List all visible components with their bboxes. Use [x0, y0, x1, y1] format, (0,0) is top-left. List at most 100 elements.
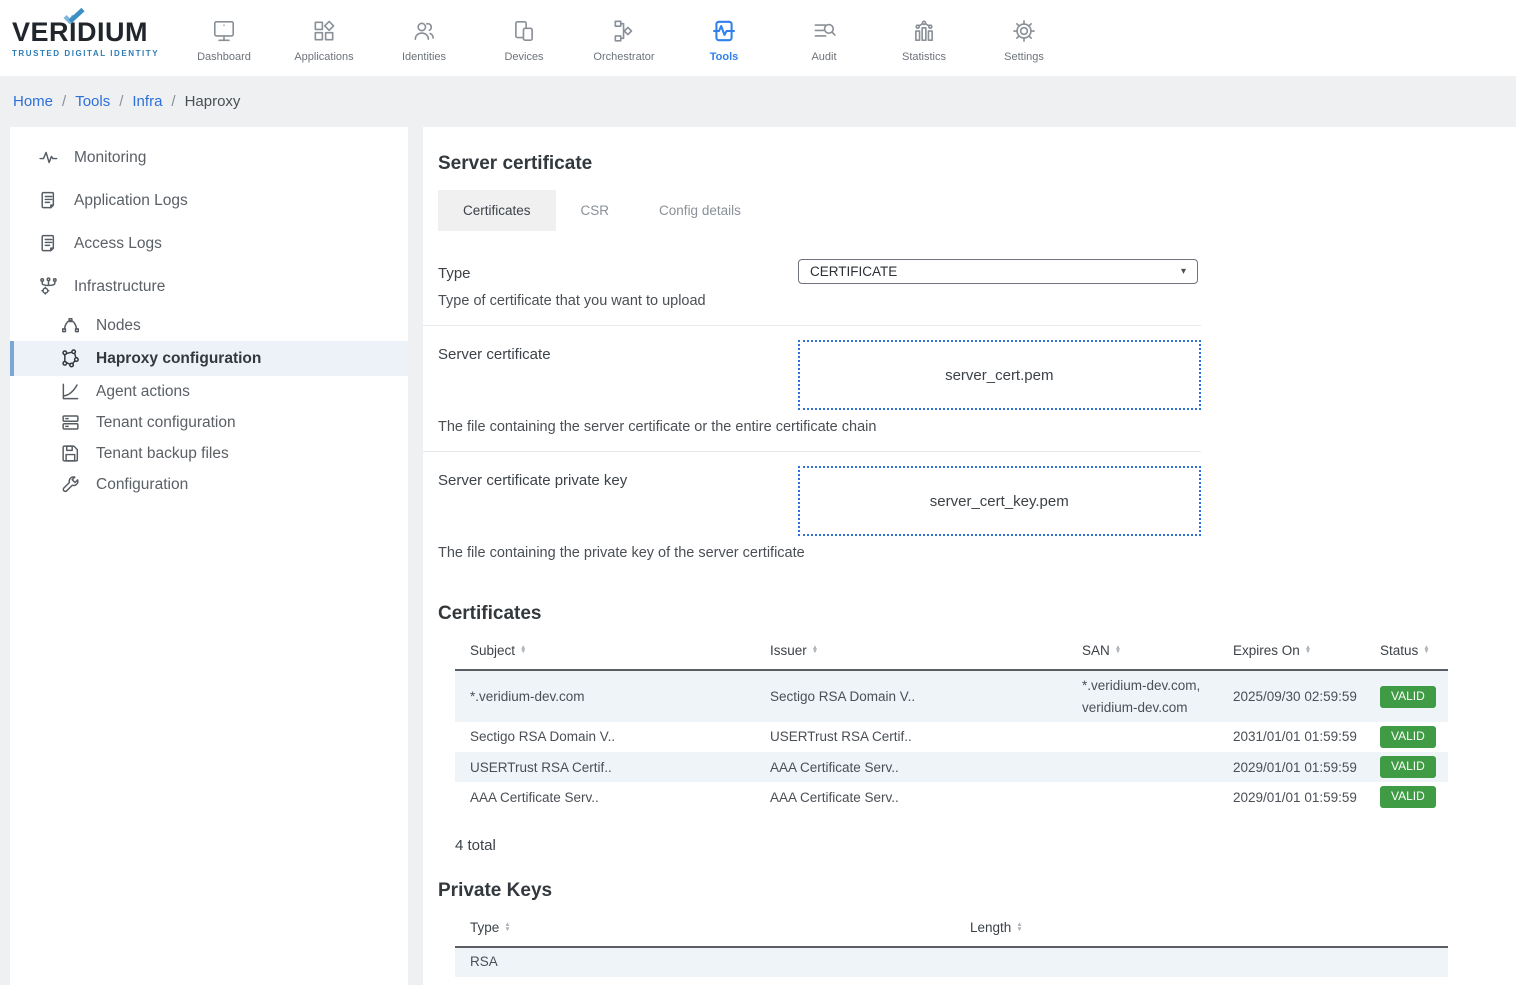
cell-subject: *.veridium-dev.com [455, 670, 755, 722]
certificates-total: 4 total [455, 837, 1516, 854]
cell-expires: 2025/09/30 02:59:59 [1218, 670, 1365, 722]
private-keys-table: Type▲▼ Length▲▼ RSA [455, 914, 1448, 977]
status-badge: VALID [1380, 726, 1436, 748]
certificate-type-select[interactable]: CERTIFICATE ▾ [798, 259, 1198, 284]
nav-label: Devices [504, 51, 543, 63]
type-label: Type [438, 265, 798, 282]
server-certificate-dropzone[interactable]: server_cert.pem [798, 340, 1201, 410]
sidebar-item-application-logs[interactable]: Application Logs [10, 179, 408, 222]
veridium-logo[interactable]: VERIDIUM TRUSTED DIGITAL IDENTITY [12, 19, 164, 58]
identities-icon [411, 18, 437, 44]
column-header-subject[interactable]: Subject▲▼ [455, 637, 755, 670]
private-key-dropzone[interactable]: server_cert_key.pem [798, 466, 1201, 536]
cell-expires: 2029/01/01 01:59:59 [1218, 752, 1365, 782]
agent-actions-chart-icon [60, 381, 81, 402]
document-icon [38, 233, 59, 254]
private-keys-table-body: RSA [455, 947, 1448, 977]
form-section-server-certificate: Server certificate server_cert.pem The f… [423, 326, 1201, 452]
cell-status: VALID [1365, 752, 1448, 782]
breadcrumb-link-infra[interactable]: Infra [132, 93, 162, 110]
nav-label: Orchestrator [593, 51, 654, 63]
nav-item-identities[interactable]: Identities [374, 14, 474, 63]
column-header-length[interactable]: Length▲▼ [955, 914, 1448, 947]
cell-san [1067, 782, 1218, 812]
column-header-expires-on[interactable]: Expires On▲▼ [1218, 637, 1365, 670]
server-certificate-label: Server certificate [438, 346, 798, 363]
status-badge: VALID [1380, 756, 1436, 778]
sort-icon: ▲▼ [504, 923, 510, 932]
haproxy-nodes-icon [60, 348, 81, 369]
tab-csr[interactable]: CSR [556, 190, 635, 231]
nav-label: Statistics [902, 51, 946, 63]
sidebar: Monitoring Application Logs Access Logs … [10, 127, 408, 985]
sidebar-subitem-tenant-configuration[interactable]: Tenant configuration [10, 407, 408, 438]
devices-icon [511, 18, 537, 44]
certificate-type-value: CERTIFICATE [810, 264, 897, 279]
logo-tagline: TRUSTED DIGITAL IDENTITY [12, 49, 164, 58]
sidebar-item-access-logs[interactable]: Access Logs [10, 222, 408, 265]
breadcrumb-separator: / [171, 93, 175, 110]
sidebar-item-monitoring[interactable]: Monitoring [10, 136, 408, 179]
applications-icon [311, 18, 337, 44]
form-section-private-key: Server certificate private key server_ce… [423, 452, 1201, 577]
tab-config-details[interactable]: Config details [634, 190, 766, 231]
sort-icon: ▲▼ [1016, 923, 1022, 932]
tab-bar: Certificates CSR Config details [438, 190, 1516, 231]
sort-icon: ▲▼ [1115, 646, 1121, 655]
cell-san [1067, 722, 1218, 752]
server-stack-icon [60, 412, 81, 433]
nav-label: Applications [294, 51, 353, 63]
sidebar-subitem-haproxy-configuration[interactable]: Haproxy configuration [10, 341, 408, 376]
column-header-issuer[interactable]: Issuer▲▼ [755, 637, 1067, 670]
nav-item-applications[interactable]: Applications [274, 14, 374, 63]
nav-item-statistics[interactable]: Statistics [874, 14, 974, 63]
status-badge: VALID [1380, 686, 1436, 708]
main-panel: Server certificate Certificates CSR Conf… [423, 127, 1516, 985]
sidebar-subitem-configuration[interactable]: Configuration [10, 469, 408, 500]
cell-issuer: AAA Certificate Serv.. [755, 752, 1067, 782]
nav-item-tools[interactable]: Tools [674, 14, 774, 63]
nav-item-settings[interactable]: Settings [974, 14, 1074, 63]
document-icon [38, 190, 59, 211]
sidebar-subitem-tenant-backup-files[interactable]: Tenant backup files [10, 438, 408, 469]
tab-certificates[interactable]: Certificates [438, 190, 556, 231]
nav-item-devices[interactable]: Devices [474, 14, 574, 63]
certificates-table-body: *.veridium-dev.com Sectigo RSA Domain V.… [455, 670, 1448, 812]
cell-issuer: Sectigo RSA Domain V.. [755, 670, 1067, 722]
cell-status: VALID [1365, 782, 1448, 812]
monitoring-pulse-icon [38, 147, 59, 168]
cell-expires: 2029/01/01 01:59:59 [1218, 782, 1365, 812]
sidebar-subitem-label: Tenant configuration [96, 414, 236, 432]
private-key-help-text: The file containing the private key of t… [438, 545, 1201, 561]
breadcrumb-link-tools[interactable]: Tools [75, 93, 110, 110]
cell-status: VALID [1365, 670, 1448, 722]
sidebar-subitem-nodes[interactable]: Nodes [10, 310, 408, 341]
sidebar-item-label: Monitoring [74, 149, 146, 167]
cell-expires: 2031/01/01 01:59:59 [1218, 722, 1365, 752]
sidebar-subitem-agent-actions[interactable]: Agent actions [10, 376, 408, 407]
sidebar-item-infrastructure[interactable]: Infrastructure [10, 265, 408, 308]
nav-item-audit[interactable]: Audit [774, 14, 874, 63]
statistics-icon [911, 18, 937, 44]
sidebar-subitem-label: Configuration [96, 476, 188, 494]
column-header-status[interactable]: Status▲▼ [1365, 637, 1448, 670]
nav-item-dashboard[interactable]: Dashboard [174, 14, 274, 63]
status-badge: VALID [1380, 786, 1436, 808]
sidebar-item-label: Infrastructure [74, 278, 165, 296]
infrastructure-submenu: Nodes Haproxy configuration Agent action… [10, 310, 408, 500]
cell-key-length [955, 947, 1448, 977]
logo-text-right: DIUM [77, 17, 148, 47]
breadcrumb-link-home[interactable]: Home [13, 93, 53, 110]
column-header-type[interactable]: Type▲▼ [455, 914, 955, 947]
column-header-san[interactable]: SAN▲▼ [1067, 637, 1218, 670]
cell-status: VALID [1365, 722, 1448, 752]
sidebar-item-label: Access Logs [74, 235, 162, 253]
private-key-filename: server_cert_key.pem [930, 493, 1069, 510]
sort-icon: ▲▼ [520, 646, 526, 655]
infrastructure-icon [38, 276, 59, 297]
cell-san [1067, 752, 1218, 782]
nav-item-orchestrator[interactable]: Orchestrator [574, 14, 674, 63]
table-row: *.veridium-dev.com Sectigo RSA Domain V.… [455, 670, 1448, 722]
sort-icon: ▲▼ [1423, 646, 1429, 655]
primary-nav: Dashboard Applications Identities Device… [174, 14, 1074, 63]
